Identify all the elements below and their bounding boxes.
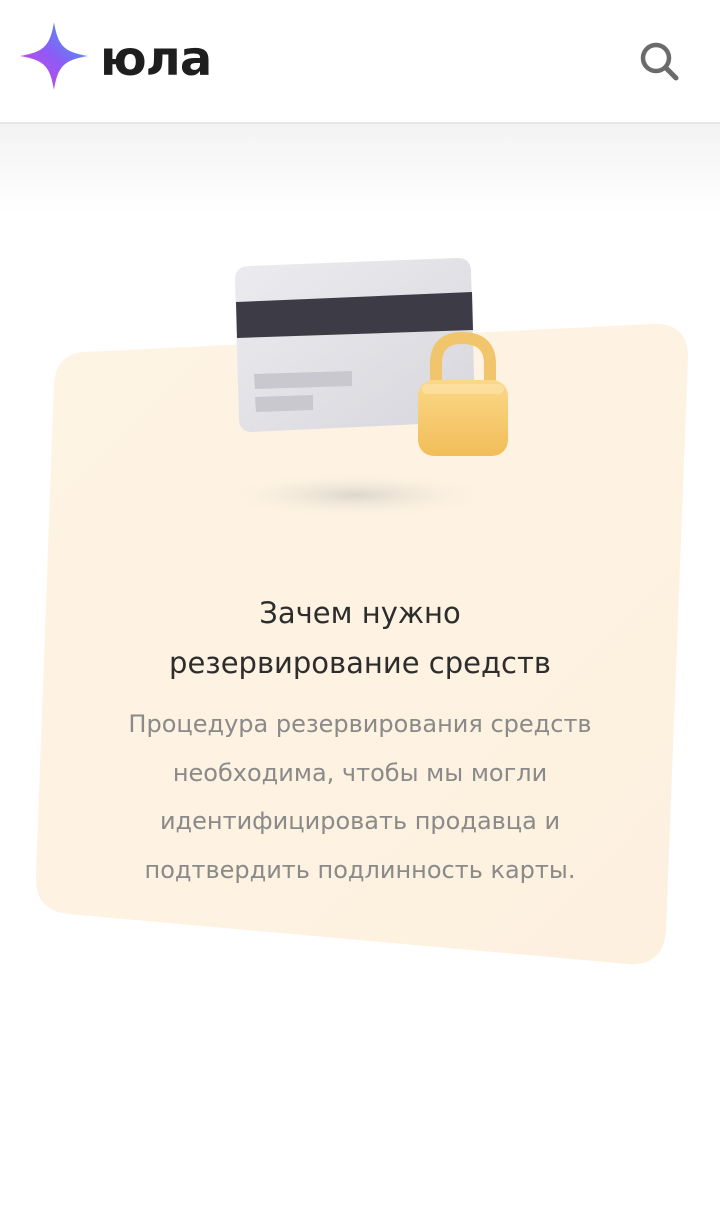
info-title-line-1: Зачем нужно [259,596,461,630]
info-title-line-2: резервирование средств [169,646,551,680]
info-description: Процедура резервирования средств необход… [60,700,660,894]
card-lock-illustration [225,258,508,517]
logo-text: юла [100,31,212,87]
top-app-bar: юла [0,0,720,124]
info-title: Зачем нужно резервирование средств [60,588,660,688]
header-shadow [0,124,720,214]
info-description-line-1: Процедура резервирования средств [128,710,592,738]
search-button[interactable] [638,40,682,84]
search-icon [640,42,679,81]
info-description-line-4: подтвердить подлинность карты. [144,855,576,884]
star-logo-icon [20,22,88,90]
youla-logo[interactable]: юла [18,20,212,92]
info-description-line-2: необходима, чтобы мы могли [172,758,548,787]
info-description-line-3: идентифицировать продавца и [159,807,561,835]
